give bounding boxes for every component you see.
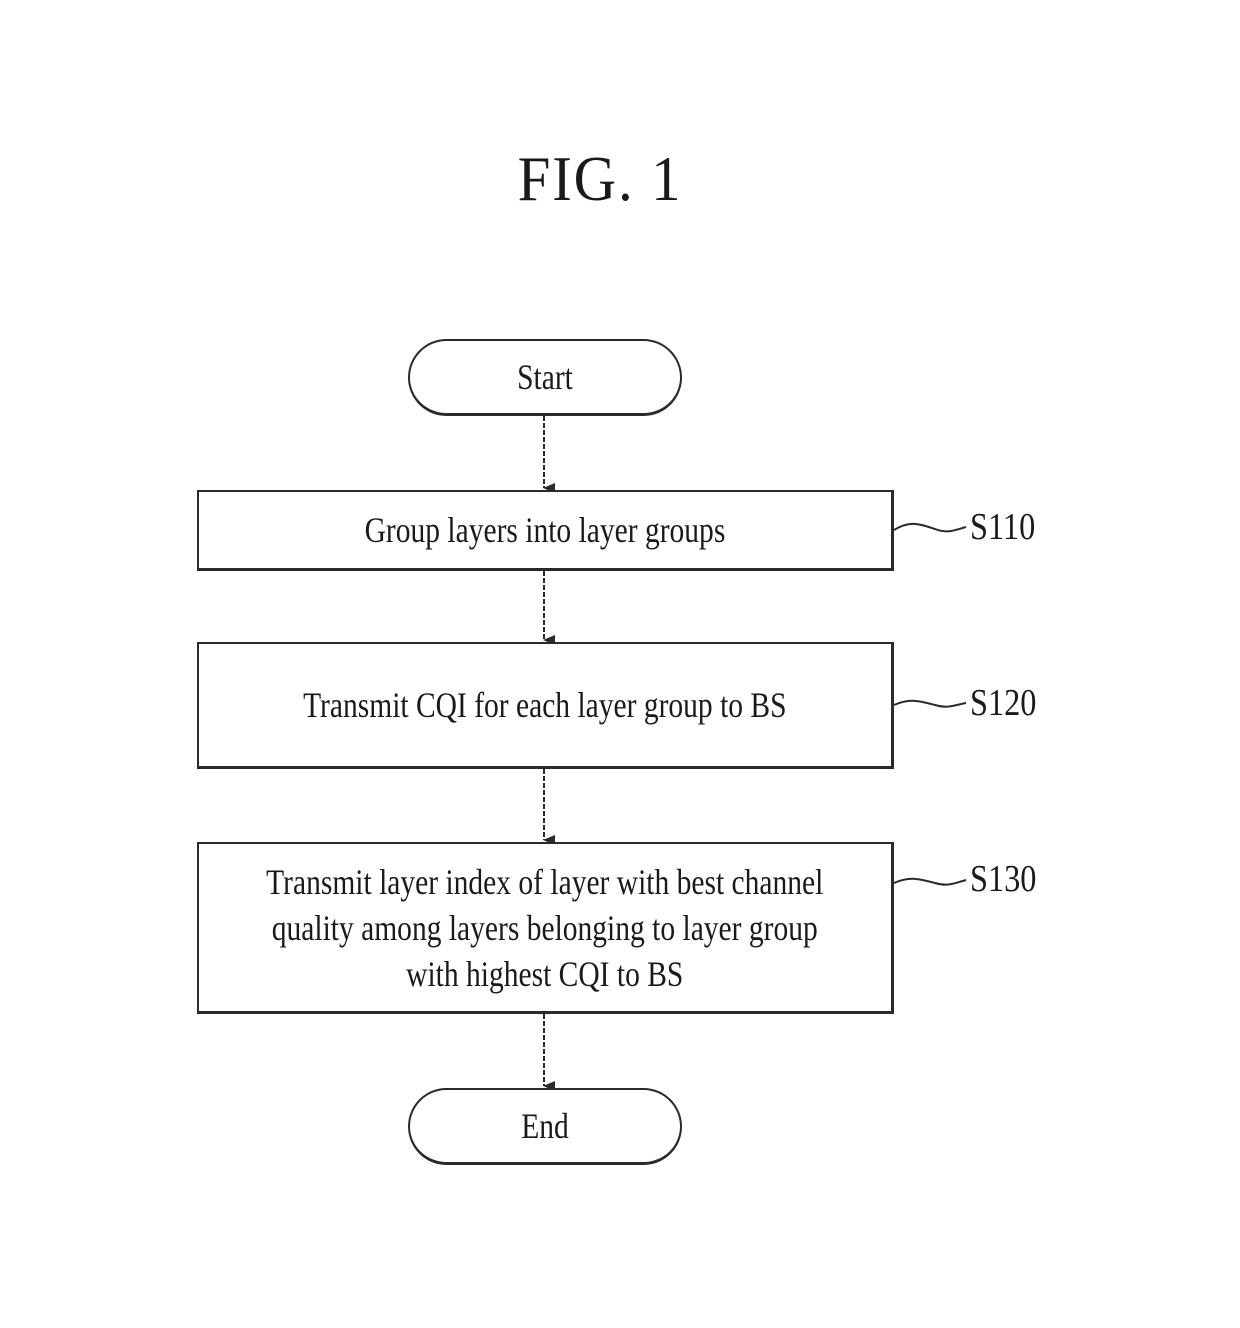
step-reference-s120: S120 <box>970 682 1037 724</box>
start-terminal: Start <box>408 339 682 416</box>
step-label: Group layers into layer groups <box>364 510 726 550</box>
end-terminal: End <box>408 1088 682 1165</box>
step-reference-s110: S110 <box>970 506 1036 548</box>
step-reference-s130: S130 <box>970 858 1037 900</box>
start-label: Start <box>517 357 573 397</box>
leader-line-s130 <box>893 877 967 886</box>
process-step-s120: Transmit CQI for each layer group to BS <box>197 642 894 769</box>
leader-line-s110 <box>893 522 967 533</box>
process-step-s130: Transmit layer index of layer with best … <box>197 842 894 1014</box>
process-step-s110: Group layers into layer groups <box>197 490 894 571</box>
end-label: End <box>521 1106 569 1146</box>
step-label: Transmit CQI for each layer group to BS <box>303 685 787 725</box>
figure-title: FIG. 1 <box>517 143 683 214</box>
step-label: Transmit layer index of layer with best … <box>266 861 824 994</box>
leader-line-s120 <box>893 699 967 708</box>
